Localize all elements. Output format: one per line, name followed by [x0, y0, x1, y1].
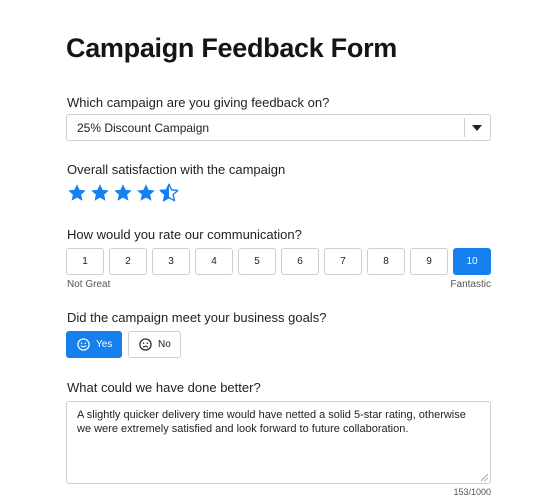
star-rating[interactable] [67, 183, 182, 205]
caret-down-icon[interactable] [472, 125, 482, 131]
scale-option-9[interactable]: 9 [410, 248, 448, 275]
yes-button-label: Yes [96, 339, 113, 350]
scale-low-label: Not Great [67, 279, 111, 290]
satisfaction-question-label: Overall satisfaction with the campaign [67, 162, 286, 177]
star-icon[interactable] [136, 183, 156, 203]
star-icon[interactable] [90, 183, 110, 203]
frown-icon [139, 338, 152, 351]
scale-option-2[interactable]: 2 [109, 248, 147, 275]
improve-textarea[interactable]: A slightly quicker delivery time would h… [66, 401, 491, 484]
smile-icon [77, 338, 90, 351]
improve-textarea-value: A slightly quicker delivery time would h… [77, 409, 466, 435]
scale-option-7[interactable]: 7 [324, 248, 362, 275]
select-divider [464, 118, 465, 137]
scale-high-label: Fantastic [450, 279, 491, 290]
scale-option-8[interactable]: 8 [367, 248, 405, 275]
star-icon[interactable] [159, 183, 179, 203]
scale-option-5[interactable]: 5 [238, 248, 276, 275]
scale-option-1[interactable]: 1 [66, 248, 104, 275]
communication-scale: 1 2 3 4 5 6 7 8 9 10 [66, 248, 491, 275]
scale-option-6[interactable]: 6 [281, 248, 319, 275]
goals-question-label: Did the campaign meet your business goal… [67, 310, 327, 325]
resize-handle-icon[interactable] [481, 474, 488, 481]
improve-question-label: What could we have done better? [67, 380, 261, 395]
campaign-select-value: 25% Discount Campaign [77, 121, 210, 135]
scale-option-3[interactable]: 3 [152, 248, 190, 275]
scale-option-4[interactable]: 4 [195, 248, 233, 275]
campaign-select[interactable]: 25% Discount Campaign [66, 114, 491, 141]
communication-question-label: How would you rate our communication? [67, 227, 302, 242]
campaign-question-label: Which campaign are you giving feedback o… [67, 95, 330, 110]
scale-option-10[interactable]: 10 [453, 248, 491, 275]
yes-button[interactable]: Yes [66, 331, 122, 358]
star-icon[interactable] [67, 183, 87, 203]
no-button[interactable]: No [128, 331, 181, 358]
character-counter: 153/1000 [453, 487, 491, 497]
no-button-label: No [158, 339, 171, 350]
page-title: Campaign Feedback Form [66, 33, 397, 63]
star-icon[interactable] [113, 183, 133, 203]
